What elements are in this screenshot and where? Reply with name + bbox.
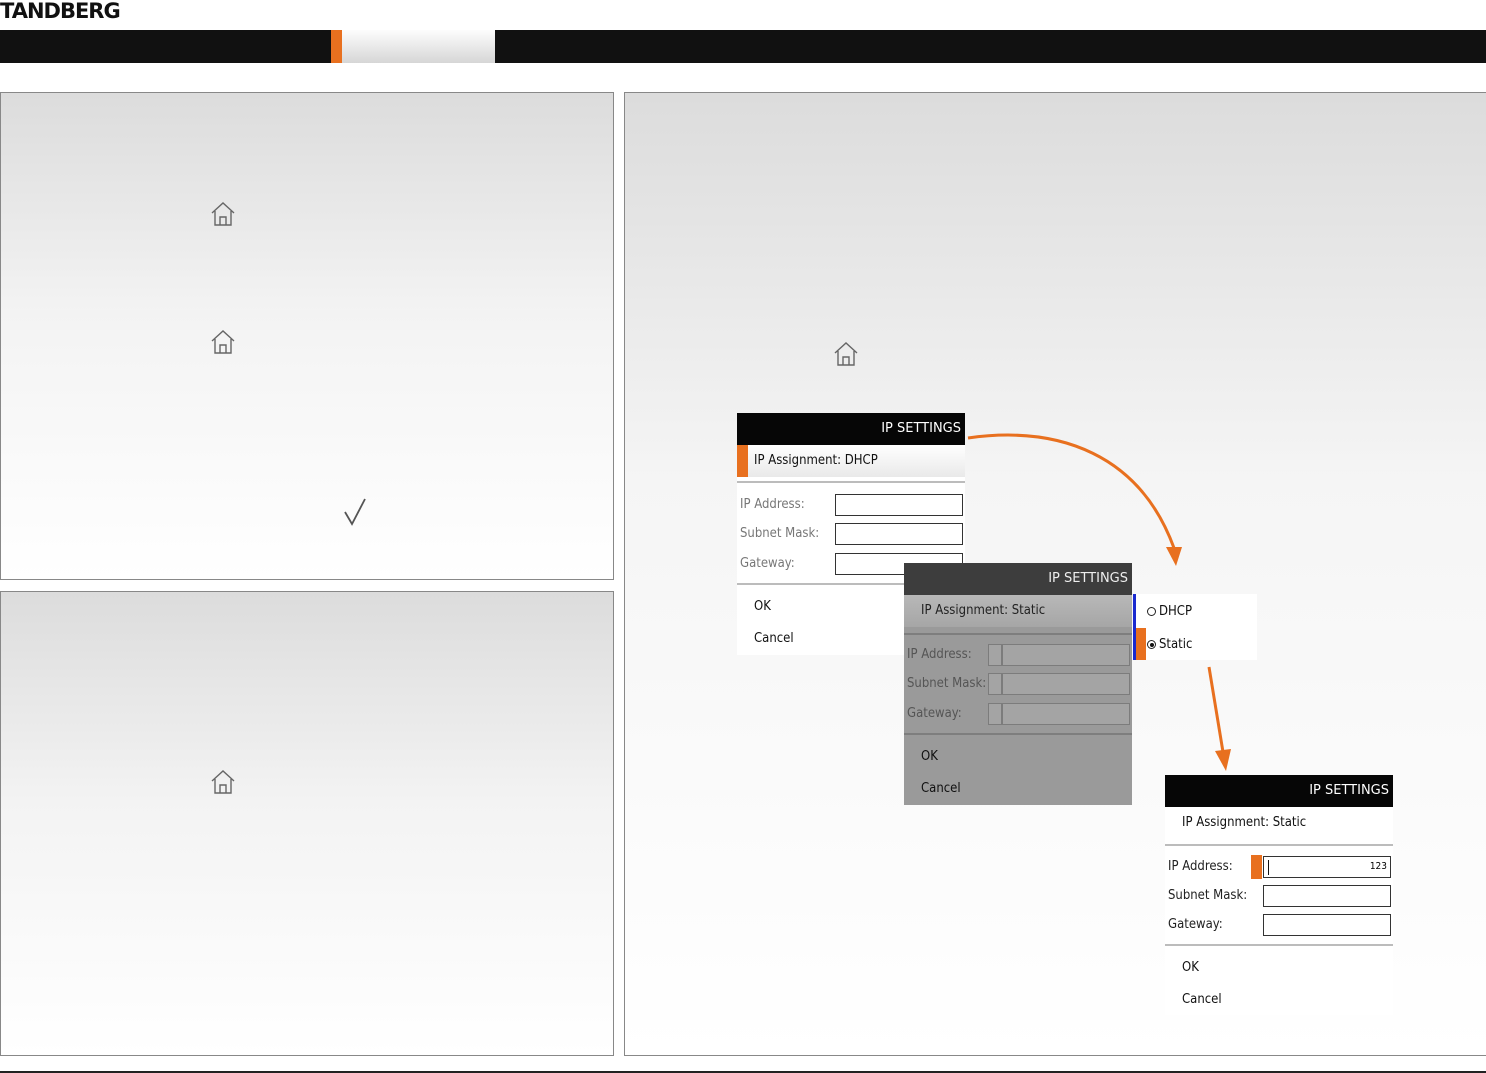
dropdown-option-dhcp[interactable]: DHCP	[1147, 604, 1192, 619]
home-icon	[211, 770, 235, 794]
dialog-title: IP SETTINGS	[1165, 775, 1393, 807]
gateway-label: Gateway:	[740, 556, 795, 571]
ip-address-field[interactable]	[835, 494, 963, 516]
dropdown-option-static[interactable]: Static	[1147, 637, 1192, 652]
tandberg-logo: TANDBERG	[0, 0, 121, 23]
selection-marker	[1251, 855, 1262, 879]
gateway-label: Gateway:	[907, 706, 962, 721]
subnet-mask-field[interactable]	[1002, 673, 1130, 695]
cancel-button[interactable]: Cancel	[1182, 992, 1222, 1007]
ok-button[interactable]: OK	[921, 749, 938, 764]
ip-assignment-selector[interactable]: IP Assignment: DHCP	[737, 445, 965, 477]
checkmark-icon	[344, 498, 366, 526]
separator	[737, 481, 965, 483]
separator	[1165, 844, 1393, 846]
subnet-mask-field[interactable]	[1263, 885, 1391, 907]
ip-address-label: IP Address:	[740, 497, 805, 512]
ip-address-value: 123	[1369, 861, 1387, 872]
selection-marker	[1136, 628, 1146, 660]
ip-address-label: IP Address:	[907, 647, 972, 662]
ip-settings-dialog-static-dimmed: IP SETTINGS IP Assignment: Static IP Add…	[904, 563, 1132, 805]
radio-on-icon	[1147, 640, 1156, 649]
ip-assignment-label: IP Assignment: Static	[921, 603, 1046, 618]
subnet-mask-label: Subnet Mask:	[907, 676, 987, 691]
ip-assignment-selector[interactable]: IP Assignment: Static	[1165, 807, 1393, 839]
gateway-field[interactable]	[1002, 703, 1130, 725]
cancel-button[interactable]: Cancel	[921, 781, 961, 796]
ip-address-field[interactable]	[1002, 644, 1130, 666]
separator	[1165, 944, 1393, 946]
home-icon	[211, 202, 235, 226]
gateway-field[interactable]	[1263, 914, 1391, 936]
instruction-panel-top	[0, 92, 614, 580]
ok-button[interactable]: OK	[754, 599, 771, 614]
radio-off-icon	[1147, 607, 1156, 616]
ip-assignment-dropdown[interactable]: DHCP Static	[1133, 594, 1257, 660]
field-marker	[988, 673, 1002, 695]
field-marker	[988, 644, 1002, 666]
ok-button[interactable]: OK	[1182, 960, 1199, 975]
selection-marker	[737, 445, 748, 477]
separator	[904, 633, 1132, 635]
ip-settings-dialog-static: IP SETTINGS IP Assignment: Static IP Add…	[1165, 775, 1393, 1015]
text-cursor	[1268, 860, 1269, 875]
separator	[904, 733, 1132, 735]
cancel-button[interactable]: Cancel	[754, 631, 794, 646]
option-label: DHCP	[1159, 604, 1193, 619]
ip-address-label: IP Address:	[1168, 859, 1233, 874]
field-marker	[988, 703, 1002, 725]
subnet-mask-label: Subnet Mask:	[1168, 888, 1248, 903]
home-icon	[211, 330, 235, 354]
option-label: Static	[1159, 637, 1193, 652]
ip-address-field[interactable]: 123	[1263, 856, 1391, 878]
ip-assignment-selector[interactable]: IP Assignment: Static	[904, 595, 1132, 627]
dialog-title: IP SETTINGS	[737, 413, 965, 445]
instruction-panel-bottom	[0, 591, 614, 1056]
dialog-title: IP SETTINGS	[904, 563, 1132, 595]
subnet-mask-label: Subnet Mask:	[740, 526, 820, 541]
top-navigation-bar	[0, 30, 1486, 63]
ip-assignment-label: IP Assignment: DHCP	[754, 453, 878, 468]
active-tab[interactable]	[342, 30, 495, 63]
active-tab-indicator	[331, 30, 342, 63]
ip-assignment-label: IP Assignment: Static	[1182, 815, 1307, 830]
gateway-label: Gateway:	[1168, 917, 1223, 932]
subnet-mask-field[interactable]	[835, 523, 963, 545]
home-icon	[834, 342, 858, 366]
